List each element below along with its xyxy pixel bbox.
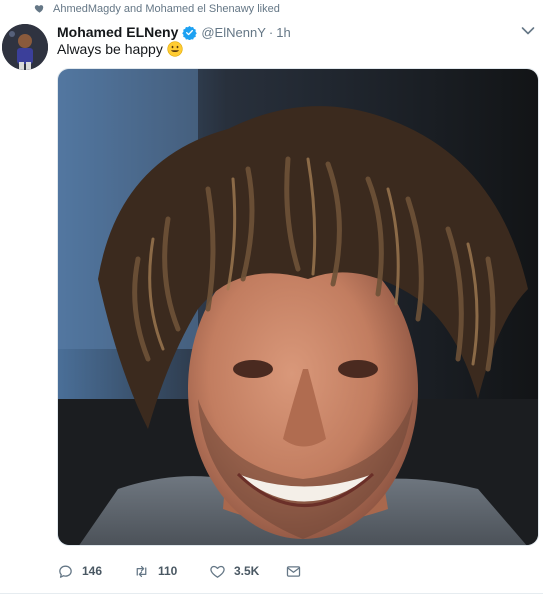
reply-count: 146 (82, 564, 103, 578)
direct-message-button[interactable] (285, 560, 302, 582)
like-button[interactable]: 3.5K (209, 560, 259, 582)
tweet-text-content: Always be happy (57, 41, 163, 57)
like-count: 3.5K (234, 564, 260, 578)
verified-badge-icon (182, 25, 198, 40)
tweet-photo[interactable] (57, 68, 539, 546)
selfie-photo-image (58, 69, 538, 545)
avatar-image (2, 24, 48, 70)
author-name[interactable]: Mohamed ELNeny (57, 24, 178, 40)
social-context-text: AhmedMagdy and Mohamed el Shenawy liked (53, 3, 280, 15)
author-handle[interactable]: @ElNennY (201, 25, 266, 40)
heart-icon (34, 5, 44, 13)
reply-button[interactable]: 146 (57, 560, 102, 582)
smiling-face-emoji-icon (167, 41, 183, 57)
tweet-timestamp[interactable]: 1h (276, 25, 290, 40)
avatar[interactable] (2, 24, 48, 70)
retweet-icon (136, 565, 147, 577)
chevron-down-icon[interactable] (521, 26, 535, 36)
reply-icon (59, 565, 72, 578)
divider (0, 593, 543, 594)
time-separator: · (268, 24, 274, 40)
retweet-count: 110 (158, 564, 178, 578)
tweet-header: Mohamed ELNeny @ElNennY · 1h (57, 23, 291, 41)
tweet[interactable]: AhmedMagdy and Mohamed el Shenawy liked … (0, 0, 543, 600)
envelope-icon (286, 565, 301, 577)
tweet-text: Always be happy (57, 41, 183, 57)
retweet-button[interactable]: 110 (133, 560, 177, 582)
heart-outline-icon (210, 565, 225, 578)
tweet-actions: 146 110 3.5K (57, 560, 357, 582)
